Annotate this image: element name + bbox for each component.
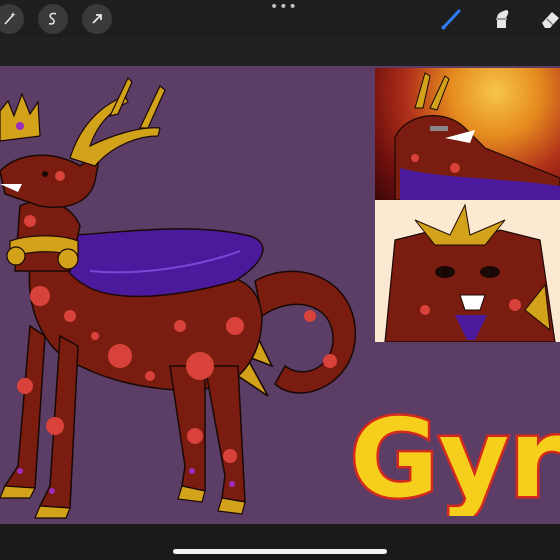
character-name-lettering: Gyr xyxy=(348,395,560,517)
smudge-icon xyxy=(496,10,509,28)
more-options-icon[interactable]: ••• xyxy=(270,0,297,14)
reference-panel-bottom xyxy=(375,200,560,342)
drawing-canvas[interactable]: Gyr xyxy=(0,66,560,524)
top-toolbar: ••• xyxy=(0,0,560,38)
eraser-button[interactable] xyxy=(536,4,560,34)
character-portrait-closeup xyxy=(384,203,556,342)
reference-panel-top xyxy=(375,68,560,200)
home-indicator[interactable] xyxy=(173,549,387,554)
brush-button[interactable] xyxy=(436,4,466,34)
eraser-icon xyxy=(542,12,559,28)
character-portrait-sunset xyxy=(394,72,560,200)
smudge-button[interactable] xyxy=(486,4,516,34)
character-name-text: Gyr xyxy=(350,397,560,516)
adjustments-button[interactable] xyxy=(0,4,24,34)
bottom-bar xyxy=(0,524,560,560)
brush-icon xyxy=(441,9,461,30)
magic-wand-icon xyxy=(4,12,16,25)
arrow-cursor-icon xyxy=(92,14,102,24)
character-illustration xyxy=(0,76,356,519)
selection-button[interactable] xyxy=(38,4,68,34)
toolbar-strip xyxy=(0,38,560,66)
transform-button[interactable] xyxy=(82,4,112,34)
s-selection-icon xyxy=(48,12,57,25)
